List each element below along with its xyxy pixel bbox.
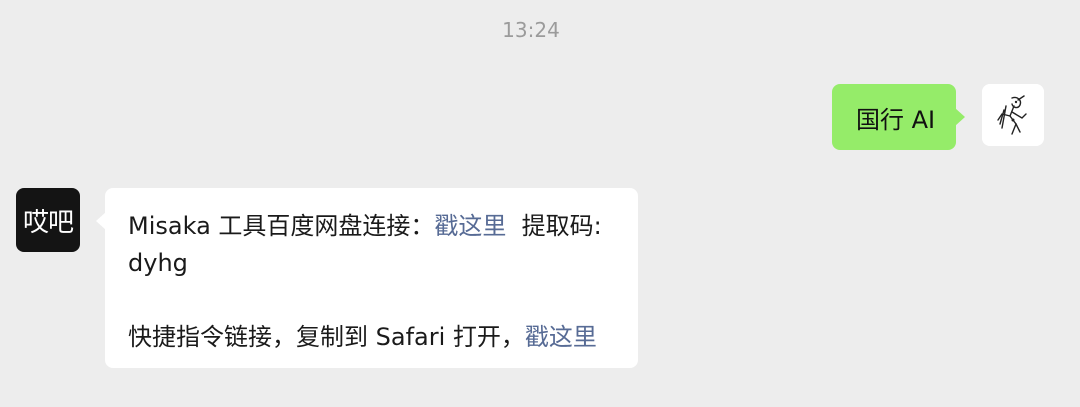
baidu-link-label: Misaka 工具百度网盘连接： <box>128 212 435 240</box>
extract-code-value: dyhg <box>128 249 188 277</box>
outgoing-message-text: 国行 AI <box>856 105 936 134</box>
sketch-figure-icon <box>982 84 1044 146</box>
outgoing-message-bubble[interactable]: 国行 AI <box>832 84 965 150</box>
self-avatar[interactable] <box>982 84 1044 146</box>
shortcut-link[interactable]: 戳这里 <box>525 323 597 351</box>
shortcut-link-label: 快捷指令链接，复制到 Safari 打开， <box>128 323 525 351</box>
incoming-message-bubble[interactable]: Misaka 工具百度网盘连接：戳这里 提取码: dyhg 快捷指令链接，复制到… <box>96 188 638 368</box>
contact-avatar[interactable]: 哎吧 <box>16 188 80 252</box>
baidu-pan-link[interactable]: 戳这里 <box>434 212 506 240</box>
message-line-3: 快捷指令链接，复制到 Safari 打开，戳这里 <box>128 319 618 356</box>
message-timestamp: 13:24 <box>502 18 560 42</box>
contact-avatar-text: 哎吧 <box>22 207 74 238</box>
message-line-1: Misaka 工具百度网盘连接：戳这里 提取码: <box>128 208 618 245</box>
extract-code-label: 提取码: <box>506 212 602 240</box>
